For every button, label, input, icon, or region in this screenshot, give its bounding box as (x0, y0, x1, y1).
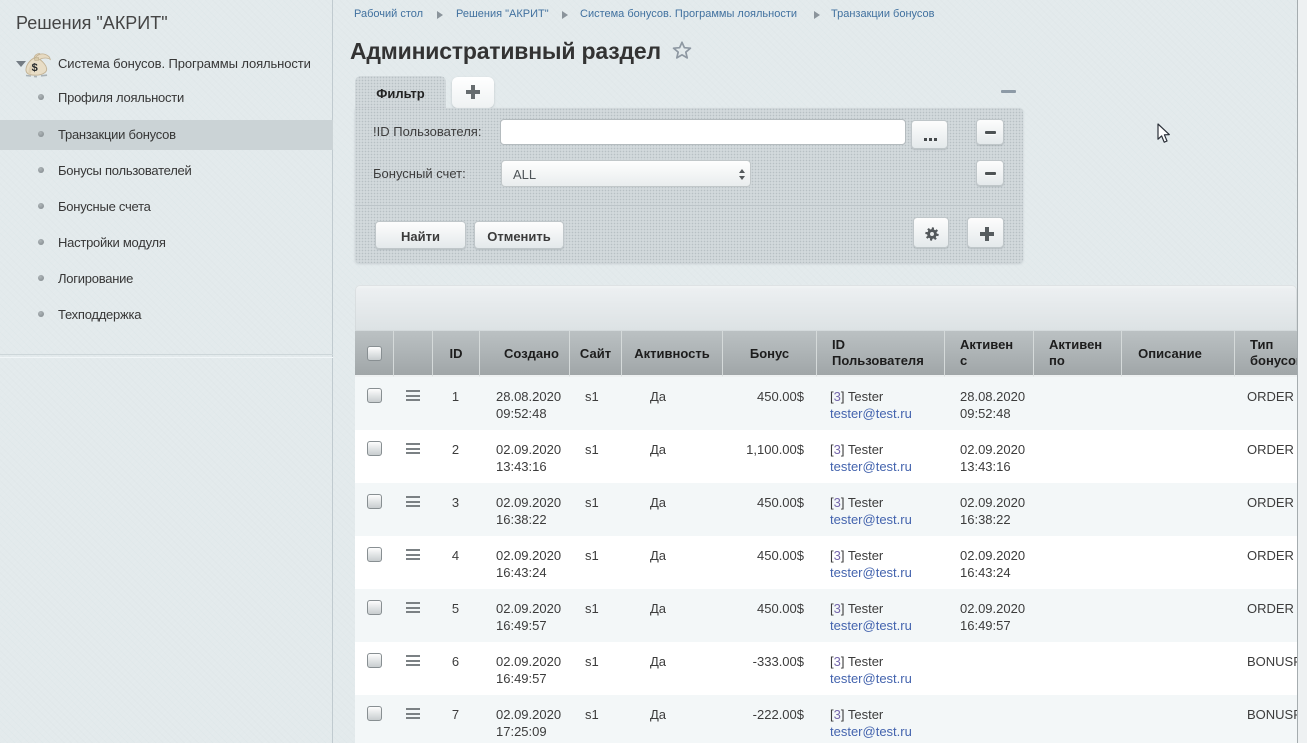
svg-text:$: $ (32, 62, 38, 74)
